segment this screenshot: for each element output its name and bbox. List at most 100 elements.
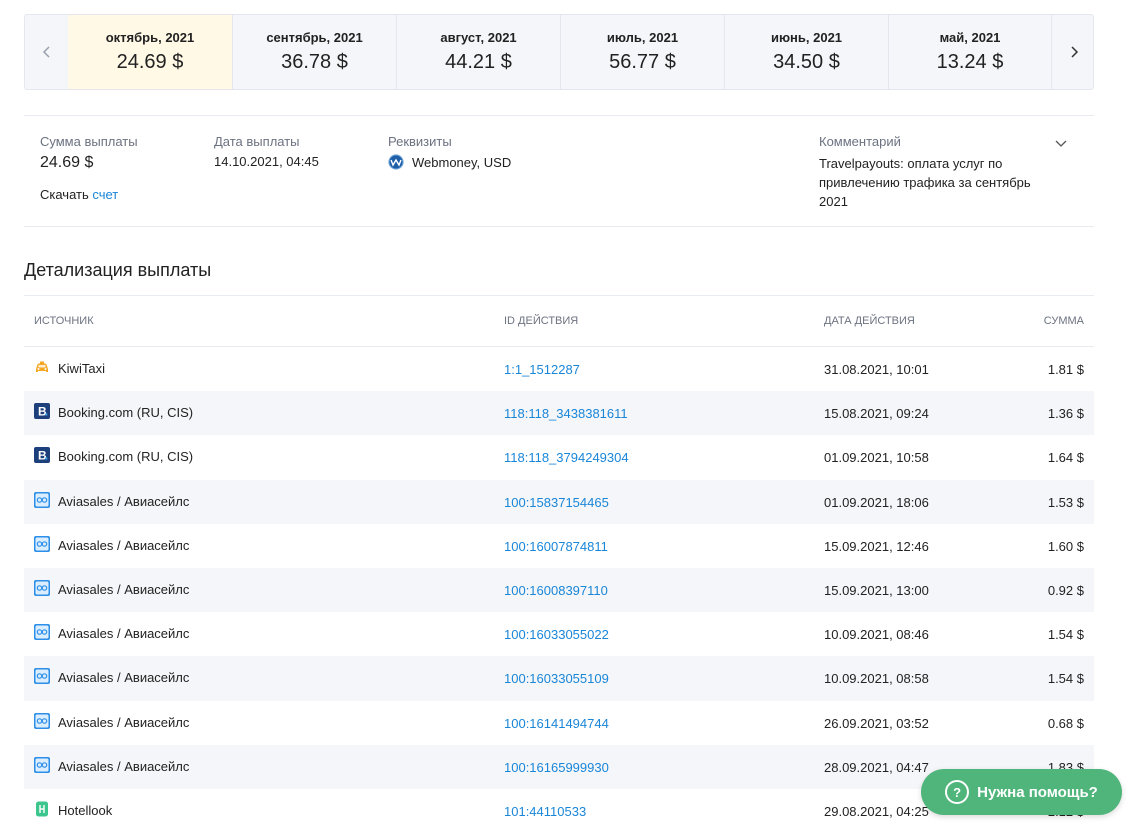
col-source-header: Источник: [34, 315, 94, 327]
source-name: Aviasales / Авиасейлс: [58, 670, 190, 686]
hotellook-icon: [34, 801, 50, 820]
source-name: Aviasales / Авиасейлс: [58, 537, 190, 553]
details-title: Детализация выплаты: [24, 260, 212, 280]
svg-text:B: B: [38, 449, 47, 463]
help-button-label: Нужна помощь?: [977, 783, 1098, 801]
action-date: 15.09.2021, 13:00: [824, 582, 929, 598]
source-name: Aviasales / Авиасейлс: [58, 581, 190, 597]
download-invoice: Скачать счет: [40, 187, 118, 202]
payout-date-block: Дата выплаты 14.10.2021, 04:45: [214, 134, 319, 169]
carousel-prev-button[interactable]: [25, 15, 68, 89]
source-cell: B Booking.com (RU, CIS): [34, 447, 193, 466]
source-name: KiwiTaxi: [58, 361, 105, 376]
action-id-link[interactable]: 100:16007874811: [504, 539, 608, 554]
comment-value: Travelpayouts: оплата услуг по привлечен…: [819, 156, 1031, 209]
table-row: Aviasales / Авиасейлс 100:16141494744 26.0…: [24, 701, 1094, 745]
action-date: 29.08.2021, 04:25: [824, 803, 929, 819]
table-row: Aviasales / Авиасейлс 100:16033055109 10.0…: [24, 656, 1094, 701]
action-sum: 0.68 $: [1047, 715, 1084, 731]
source-name: Aviasales / Авиасейлс: [58, 714, 190, 730]
action-date: 01.09.2021, 10:58: [824, 450, 929, 466]
month-tab[interactable]: сентябрь, 2021 36.78 $: [232, 15, 396, 89]
action-sum: 1.81 $: [1047, 362, 1084, 377]
source-cell: Aviasales / Авиасейлс: [34, 535, 190, 555]
payout-amount-value: 24.69 $: [40, 154, 94, 171]
chevron-down-icon[interactable]: [1054, 136, 1068, 150]
month-label: сентябрь, 2021: [266, 30, 363, 45]
col-action-id-header: ID действия: [504, 315, 579, 327]
action-date: 15.09.2021, 12:46: [824, 538, 929, 554]
action-date: 01.09.2021, 18:06: [824, 494, 929, 510]
month-label: июнь, 2021: [770, 30, 843, 45]
source-name: Aviasales / Авиасейлс: [58, 626, 190, 642]
chevron-left-icon: [42, 46, 50, 58]
payout-date-label: Дата выплаты: [214, 134, 300, 149]
details-table: Источник ID действия Дата действия Сумма…: [24, 295, 1094, 833]
table-row: B Booking.com (RU, CIS) 118:118_3438381611…: [24, 391, 1094, 436]
requisites-label: Реквизиты: [388, 134, 452, 149]
action-sum: 1.64 $: [1047, 450, 1084, 466]
action-date: 15.08.2021, 09:24: [824, 406, 929, 422]
action-id-link[interactable]: 100:16033055022: [504, 627, 609, 642]
payout-date-value: 14.10.2021, 04:45: [214, 154, 319, 169]
table-row: Aviasales / Авиасейлс 100:15837154465 01.0…: [24, 479, 1094, 524]
source-cell: Aviasales / Авиасейлс: [34, 668, 189, 687]
table-row: KiwiTaxi 1:1_1512287 31.08.2021, 10:01 1.81…: [24, 347, 1094, 391]
action-sum: 1.54 $: [1047, 627, 1084, 643]
action-sum: 1.54 $: [1047, 671, 1084, 687]
action-date: 10.09.2021, 08:46: [824, 627, 929, 643]
action-id-link[interactable]: 100:16008397110: [504, 583, 608, 598]
action-sum: 1.53 $: [1047, 494, 1084, 510]
source-name: Aviasales / Авиасейлс: [58, 493, 190, 509]
month-tab[interactable]: август, 2021 44.21 $: [396, 15, 560, 89]
month-label: май, 2021: [939, 30, 1001, 45]
aviasales-icon: [34, 579, 50, 599]
month-label: август, 2021: [440, 30, 517, 45]
invoice-link[interactable]: счет: [92, 187, 118, 202]
action-sum: 1.36 $: [1047, 406, 1084, 422]
source-cell: B Booking.com (RU, CIS): [34, 403, 193, 422]
action-id-link[interactable]: 100:15837154465: [504, 495, 609, 510]
help-button[interactable]: ? Нужна помощь?: [921, 769, 1122, 815]
action-id-link[interactable]: 1:1_1512287: [504, 362, 580, 377]
chevron-right-icon: [1070, 46, 1078, 58]
aviasales-icon: [34, 756, 50, 776]
payout-page: октябрь, 2021 24.69 $ сентябрь, 2021 36.78 …: [24, 14, 1094, 819]
table-header: Источник ID действия Дата действия Сумма: [24, 295, 1094, 347]
payout-amount-label: Сумма выплаты: [40, 134, 138, 149]
month-tab[interactable]: октябрь, 2021 24.69 $: [68, 15, 232, 89]
month-tab[interactable]: май, 2021 13.24 $: [888, 15, 1052, 89]
source-cell: Hotellook: [34, 801, 112, 820]
source-name: Hotellook: [58, 802, 113, 818]
aviasales-icon: [34, 535, 50, 555]
webmoney-icon: [388, 154, 404, 170]
payout-amount-block: Сумма выплаты 24.69 $: [40, 134, 138, 172]
action-id-link[interactable]: 100:16165999930: [504, 760, 609, 775]
action-sum: 1.60 $: [1047, 538, 1084, 554]
action-id-link[interactable]: 118:118_3794249304: [504, 450, 629, 465]
action-id-link[interactable]: 100:16141494744: [504, 716, 609, 731]
source-name: Aviasales / Авиасейлс: [58, 758, 190, 774]
svg-text:B: B: [38, 405, 47, 419]
table-row: B Booking.com (RU, CIS) 118:118_3794249304…: [24, 435, 1094, 479]
source-cell: Aviasales / Авиасейлс: [34, 579, 190, 599]
month-amount: 13.24 $: [936, 51, 1004, 73]
action-id-link[interactable]: 101:44110533: [504, 804, 586, 819]
comment-block: Комментарий Travelpayouts: оплата услуг …: [819, 134, 1049, 211]
month-tab[interactable]: июль, 2021 56.77 $: [560, 15, 724, 89]
action-id-link[interactable]: 100:16033055109: [504, 671, 609, 686]
month-tab[interactable]: июнь, 2021 34.50 $: [724, 15, 888, 89]
month-label: октябрь, 2021: [105, 30, 195, 45]
aviasales-icon: [34, 624, 50, 643]
table-row: Aviasales / Авиасейлс 100:16007874811 15.0…: [24, 524, 1094, 568]
payout-summary: Сумма выплаты 24.69 $ Скачать счет Дата …: [24, 115, 1094, 227]
month-amount: 36.78 $: [281, 51, 348, 73]
download-prefix: Скачать: [40, 187, 89, 202]
month-list: октябрь, 2021 24.69 $ сентябрь, 2021 36.78 …: [68, 15, 1052, 89]
carousel-next-button[interactable]: [1052, 15, 1093, 89]
source-cell: KiwiTaxi: [34, 359, 105, 378]
action-date: 31.08.2021, 10:01: [824, 362, 929, 377]
month-amount: 24.69 $: [116, 51, 184, 73]
month-label: июль, 2021: [606, 30, 679, 45]
action-id-link[interactable]: 118:118_3438381611: [504, 406, 628, 421]
